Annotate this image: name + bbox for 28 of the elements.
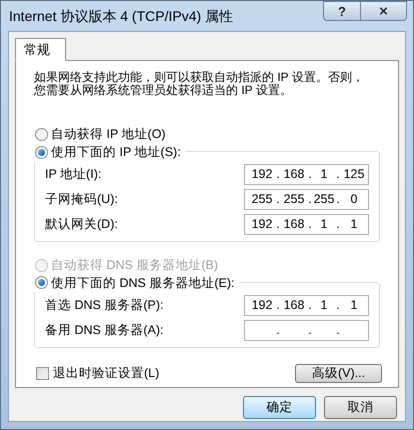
radio-button[interactable] bbox=[35, 276, 48, 290]
window-title: Internet 协议版本 4 (TCP/IPv4) 属性 bbox=[9, 6, 234, 26]
ip-address-field[interactable]: 192 . 168 . 1 . 125 bbox=[244, 164, 369, 185]
field-label: 首选 DNS 服务器(P): bbox=[45, 296, 164, 314]
checkbox[interactable] bbox=[36, 366, 49, 380]
ip-address-field[interactable]: . . . bbox=[244, 320, 369, 340]
field-label: 子网掩码(U): bbox=[45, 190, 118, 208]
dialog-button[interactable]: 取消 bbox=[324, 396, 397, 419]
field-label: IP 地址(I): bbox=[45, 166, 102, 183]
checkbox-label: 退出时验证设置(L) bbox=[53, 364, 160, 382]
radio-label: 自动获得 DNS 服务器地址(B) bbox=[51, 256, 218, 274]
ip-address-field[interactable]: 192 . 168 . 1 . 1 bbox=[244, 294, 369, 316]
radio-label: 自动获得 IP 地址(O) bbox=[51, 126, 166, 143]
instruction-text: 您需要从网络系统管理员处获得适当的 IP 设置。 bbox=[34, 84, 292, 97]
ip-address-field[interactable]: 192 . 168 . 1 . 1 bbox=[244, 214, 369, 235]
radio-label: 使用下面的 DNS 服务器地址(E): bbox=[51, 274, 234, 292]
field-label: 备用 DNS 服务器(A): bbox=[45, 322, 164, 339]
ip-address-field[interactable]: 255 . 255 .255. 0 bbox=[244, 188, 369, 210]
dialog-button[interactable]: 确定 bbox=[243, 396, 316, 419]
help-button[interactable]: ? bbox=[323, 1, 361, 21]
radio-label: 使用下面的 IP 地址(S): bbox=[51, 144, 181, 161]
radio-button[interactable] bbox=[35, 128, 48, 141]
advanced-button[interactable]: 高级(V)... bbox=[295, 364, 382, 382]
close-button[interactable]: × bbox=[361, 1, 407, 21]
field-label: 默认网关(D): bbox=[45, 216, 118, 233]
tab[interactable]: 常规 bbox=[15, 38, 66, 61]
radio-button[interactable] bbox=[35, 146, 48, 159]
instruction-text: 如果网络支持此功能，则可以获取自动指派的 IP 设置。否则， bbox=[34, 71, 364, 84]
